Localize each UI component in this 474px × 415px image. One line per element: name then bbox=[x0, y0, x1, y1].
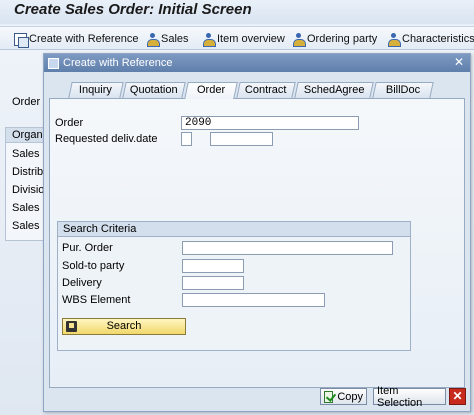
search-criteria-header: Search Criteria bbox=[58, 222, 410, 237]
background-org-row: Divisio bbox=[12, 184, 45, 196]
search-criteria-group: Search Criteria Pur. Order Sold-to party… bbox=[57, 221, 411, 351]
tab-label: Quotation bbox=[130, 84, 178, 96]
cancel-button[interactable]: ✕ bbox=[449, 388, 466, 405]
dialog-titlebar: Create with Reference ✕ bbox=[44, 54, 470, 72]
order-label: Order bbox=[55, 117, 84, 129]
requested-deliv-date-label: Requested deliv.date bbox=[55, 133, 158, 145]
delivery-label: Delivery bbox=[62, 277, 102, 289]
tab-order[interactable]: Order bbox=[184, 82, 238, 99]
tab-inquiry[interactable]: Inquiry bbox=[68, 82, 124, 98]
characteristics-button[interactable]: Characteristics bbox=[387, 30, 474, 48]
tab-label: Inquiry bbox=[79, 84, 113, 96]
tab-label: Order bbox=[196, 84, 226, 96]
search-button-label: Search bbox=[106, 320, 142, 332]
item-selection-label: Item Selection bbox=[377, 384, 423, 409]
toolbar-label: Ordering party bbox=[307, 33, 378, 45]
tab-panel-order: Order 2090 Requested deliv.date Search C… bbox=[49, 98, 465, 388]
person-icon bbox=[146, 32, 160, 47]
order-number-field[interactable]: 2090 bbox=[181, 116, 359, 130]
checkmark-icon bbox=[324, 390, 334, 403]
search-button[interactable]: Search bbox=[62, 318, 186, 335]
requested-deliv-date-field[interactable] bbox=[210, 132, 273, 146]
close-icon[interactable]: ✕ bbox=[452, 56, 466, 70]
toolbar-label: Sales bbox=[161, 33, 189, 45]
copy-button[interactable]: Copy bbox=[320, 388, 367, 405]
wbs-element-field[interactable] bbox=[182, 293, 325, 307]
title-bar: Create Sales Order: Initial Screen bbox=[0, 0, 474, 24]
background-org-row: Sales O bbox=[12, 202, 46, 214]
tab-billdoc[interactable]: BillDoc bbox=[372, 82, 434, 98]
page-title: Create Sales Order: Initial Screen bbox=[14, 1, 252, 18]
tab-schedagree[interactable]: SchedAgree bbox=[294, 82, 374, 98]
tab-quotation[interactable]: Quotation bbox=[122, 82, 186, 98]
copy-button-label: Copy bbox=[337, 390, 363, 403]
create-with-reference-dialog: Create with Reference ✕ Inquiry Quotatio… bbox=[43, 53, 471, 412]
pur-order-field[interactable] bbox=[182, 241, 393, 255]
toolbar-label: Create with Reference bbox=[29, 33, 139, 45]
delivery-field[interactable] bbox=[182, 276, 244, 290]
create-with-reference-button[interactable]: Create with Reference bbox=[14, 30, 138, 48]
tab-label: SchedAgree bbox=[303, 84, 365, 96]
background-org-row: Sales O bbox=[12, 148, 46, 160]
reference-icon bbox=[14, 32, 29, 48]
person-icon bbox=[292, 32, 306, 47]
toolbar-label: Characteristics bbox=[402, 33, 474, 45]
person-icon bbox=[387, 32, 401, 47]
pur-order-label: Pur. Order bbox=[62, 242, 113, 254]
background-org-row: Distribu bbox=[12, 166, 46, 178]
toolbar: Create with Reference Sales Item overvie… bbox=[0, 26, 474, 50]
dialog-icon bbox=[48, 57, 59, 69]
cancel-icon: ✕ bbox=[452, 389, 463, 403]
tab-label: BillDoc bbox=[385, 84, 421, 96]
sales-button[interactable]: Sales bbox=[146, 30, 189, 48]
toolbar-label: Item overview bbox=[217, 33, 285, 45]
dialog-title: Create with Reference bbox=[63, 57, 173, 69]
ordering-party-button[interactable]: Ordering party bbox=[292, 30, 377, 48]
wbs-element-label: WBS Element bbox=[62, 294, 131, 306]
background-org-header: Organiz bbox=[6, 128, 44, 143]
tabstrip: Inquiry Quotation Order Contract SchedAg… bbox=[64, 82, 464, 99]
item-selection-button[interactable]: Item Selection bbox=[373, 385, 446, 409]
sold-to-party-field[interactable] bbox=[182, 259, 244, 273]
deliv-date-type-field[interactable] bbox=[181, 132, 192, 146]
item-overview-button[interactable]: Item overview bbox=[202, 30, 285, 48]
binoculars-icon bbox=[66, 321, 77, 332]
tab-label: Contract bbox=[245, 84, 287, 96]
tab-contract[interactable]: Contract bbox=[236, 82, 296, 98]
person-icon bbox=[202, 32, 216, 47]
background-organization-box: Organiz Sales O Distribu Divisio Sales O… bbox=[5, 127, 46, 241]
sold-to-party-label: Sold-to party bbox=[62, 260, 125, 272]
background-org-row: Sales O bbox=[12, 220, 46, 232]
